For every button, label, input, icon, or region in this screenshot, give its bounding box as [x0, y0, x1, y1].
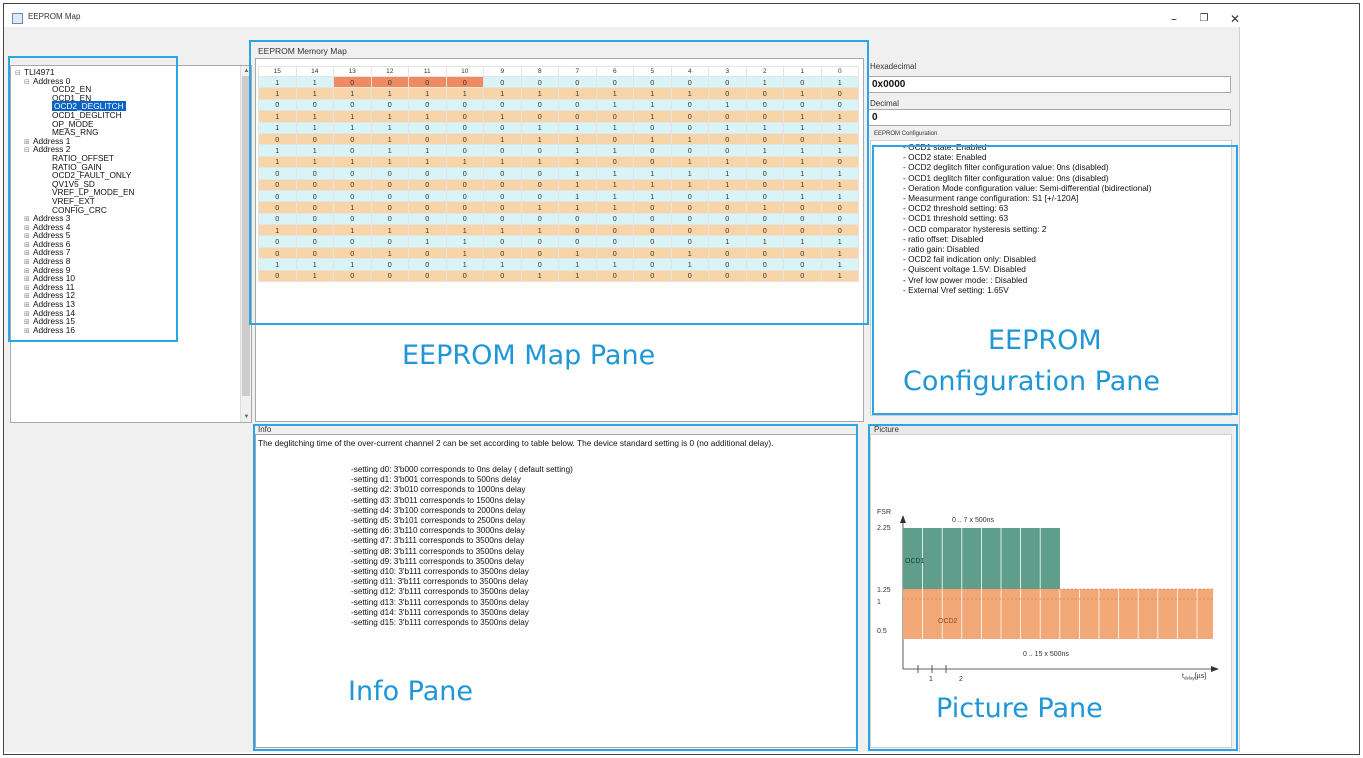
window-title: EEPROM Map [28, 12, 81, 21]
info-pane-callout: Info Pane [348, 676, 474, 707]
hex-label: Hexadecimal [870, 62, 917, 71]
info-highlight [253, 424, 858, 751]
config-section-label: EEPROM Configuration [874, 131, 938, 137]
dec-label: Decimal [870, 99, 899, 108]
app-icon [12, 13, 23, 24]
dec-field[interactable]: 0 [868, 109, 1231, 126]
config-pane-callout-1: EEPROM [988, 325, 1102, 356]
hex-field[interactable]: 0x0000 [868, 76, 1231, 93]
config-pane-callout-2: Configuration Pane [903, 366, 1161, 397]
picture-pane-callout: Picture Pane [936, 693, 1103, 724]
map-pane-callout: EEPROM Map Pane [402, 340, 656, 371]
tree-highlight [8, 56, 178, 342]
map-highlight [249, 40, 869, 325]
scroll-down-icon[interactable]: ▼ [241, 412, 251, 422]
